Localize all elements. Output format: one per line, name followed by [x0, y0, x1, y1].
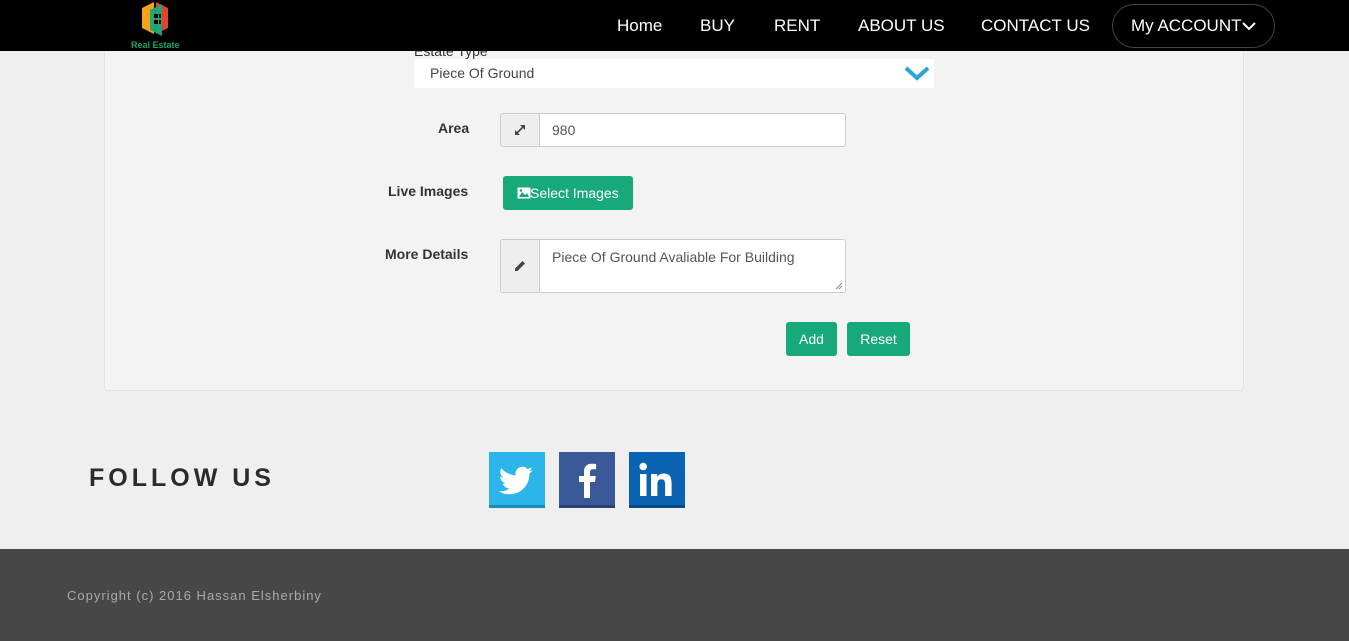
details-addon	[501, 240, 540, 292]
chevron-down-icon	[1242, 22, 1256, 31]
linkedin-link[interactable]	[629, 452, 685, 508]
area-addon	[501, 114, 540, 146]
details-input-group[interactable]: Piece Of Ground Avaliable For Building	[500, 239, 846, 293]
nav-about-us[interactable]: ABOUT US	[858, 0, 945, 51]
area-input[interactable]: 980	[552, 122, 575, 138]
facebook-icon	[559, 452, 615, 508]
my-account-label: My ACCOUNT	[1131, 16, 1242, 35]
twitter-link[interactable]	[489, 452, 545, 508]
twitter-icon	[489, 452, 545, 508]
resize-grip-icon[interactable]	[835, 282, 843, 290]
select-images-button[interactable]: Select Images	[503, 176, 633, 210]
nav-contact-us[interactable]: CONTACT US	[981, 0, 1090, 51]
top-navbar: Real Estate Home BUY RENT ABOUT US CONTA…	[0, 0, 1349, 51]
select-images-label: Select Images	[530, 185, 619, 201]
nav-home[interactable]: Home	[617, 0, 662, 51]
chevron-down-icon	[904, 66, 930, 81]
page-footer: Copyright (c) 2016 Hassan Elsherbiny	[0, 549, 1349, 641]
more-details-label: More Details	[385, 246, 469, 262]
pencil-icon	[515, 261, 525, 271]
reset-button[interactable]: Reset	[847, 322, 910, 356]
live-images-label: Live Images	[388, 183, 469, 199]
linkedin-icon	[629, 452, 685, 508]
area-input-group[interactable]: 980	[500, 113, 846, 147]
details-textarea[interactable]: Piece Of Ground Avaliable For Building	[552, 249, 795, 265]
add-button[interactable]: Add	[786, 322, 837, 356]
follow-us-heading: FOLLOW US	[89, 464, 275, 492]
nav-rent[interactable]: RENT	[774, 0, 820, 51]
estate-type-value: Piece Of Ground	[430, 65, 535, 81]
copyright-text: Copyright (c) 2016 Hassan Elsherbiny	[67, 588, 322, 603]
my-account-dropdown[interactable]: My ACCOUNT	[1112, 4, 1275, 48]
estate-type-select[interactable]: Piece Of Ground	[414, 59, 934, 88]
add-estate-form	[104, 40, 1244, 391]
image-icon	[517, 187, 531, 199]
resize-arrows-icon	[515, 125, 525, 135]
nav-buy[interactable]: BUY	[700, 0, 735, 51]
facebook-link[interactable]	[559, 452, 615, 508]
house-logo-icon	[142, 2, 168, 36]
area-label: Area	[438, 120, 470, 136]
brand-name: Real Estate	[131, 40, 180, 50]
brand-logo[interactable]: Real Estate	[128, 2, 202, 50]
